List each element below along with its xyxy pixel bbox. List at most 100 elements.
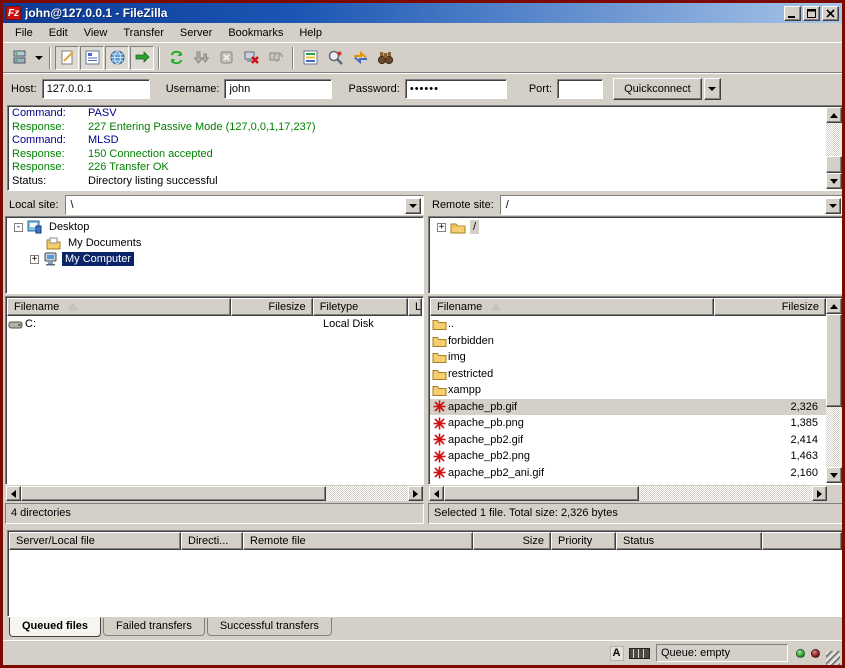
- scroll-thumb[interactable]: [21, 486, 326, 501]
- scroll-right-button[interactable]: [812, 486, 827, 501]
- column-header-server-local-file[interactable]: Server/Local file: [9, 532, 181, 550]
- title-bar[interactable]: Fz john@127.0.0.1 - FileZilla: [3, 3, 842, 23]
- queue-body[interactable]: [9, 550, 842, 615]
- local-site-combo[interactable]: \: [65, 195, 424, 215]
- scroll-left-button[interactable]: [6, 486, 21, 501]
- expand-toggle[interactable]: +: [437, 223, 446, 232]
- password-input[interactable]: ••••••: [405, 79, 507, 99]
- local-list-hscrollbar[interactable]: [6, 486, 423, 501]
- site-manager-dropdown[interactable]: [32, 46, 45, 70]
- combo-dropdown-button[interactable]: [825, 198, 841, 214]
- username-input[interactable]: john: [224, 79, 332, 99]
- quickconnect-button[interactable]: Quickconnect: [613, 78, 702, 100]
- magnifier-icon: [327, 49, 344, 66]
- local-tree-icon: [84, 49, 101, 66]
- file-row[interactable]: ..: [430, 316, 826, 333]
- menu-view[interactable]: View: [76, 25, 116, 41]
- column-header-filename[interactable]: Filename: [7, 298, 231, 316]
- combo-dropdown-button[interactable]: [405, 198, 421, 214]
- file-row-selected[interactable]: apache_pb.gif 2,326: [430, 399, 826, 416]
- tab-failed-transfers[interactable]: Failed transfers: [103, 618, 205, 636]
- log-line: Response:227 Entering Passive Mode (127,…: [12, 121, 823, 135]
- directory-filters-button[interactable]: [298, 46, 322, 70]
- disconnect-button[interactable]: [239, 46, 263, 70]
- scroll-thumb[interactable]: [826, 314, 842, 407]
- maximize-button[interactable]: [803, 6, 820, 21]
- file-row-c-drive[interactable]: C: Local Disk: [7, 316, 422, 333]
- tree-item-my-computer[interactable]: + My Computer: [6, 251, 423, 267]
- scroll-left-button[interactable]: [429, 486, 444, 501]
- tree-item-root[interactable]: + /: [429, 219, 843, 235]
- file-row[interactable]: apache_pb2.gif 2,414: [430, 432, 826, 449]
- scroll-thumb[interactable]: [444, 486, 639, 501]
- menu-transfer[interactable]: Transfer: [115, 25, 172, 41]
- tree-item-desktop[interactable]: - Desktop: [6, 219, 423, 235]
- remote-list-hscrollbar[interactable]: [429, 486, 827, 501]
- scroll-up-button[interactable]: [826, 298, 842, 314]
- column-header-filesize[interactable]: Filesize: [231, 298, 312, 316]
- host-input[interactable]: 127.0.0.1: [42, 79, 150, 99]
- remote-site-combo[interactable]: /: [500, 195, 844, 215]
- tab-queued-files[interactable]: Queued files: [9, 617, 101, 637]
- menu-server[interactable]: Server: [172, 25, 220, 41]
- scroll-down-button[interactable]: [826, 173, 842, 189]
- cancel-icon: [218, 49, 235, 66]
- cancel-button[interactable]: [214, 46, 238, 70]
- expand-toggle[interactable]: +: [30, 255, 39, 264]
- toggle-remote-tree-button[interactable]: [105, 46, 129, 70]
- scroll-thumb[interactable]: [826, 156, 842, 173]
- column-header-direction[interactable]: Directi...: [181, 532, 243, 550]
- file-row[interactable]: xampp: [430, 382, 826, 399]
- file-row[interactable]: apache_pb2_ani.gif 2,160: [430, 465, 826, 482]
- transfer-queue: Server/Local file Directi... Remote file…: [7, 530, 844, 617]
- scroll-down-button[interactable]: [826, 467, 842, 483]
- menu-bookmarks[interactable]: Bookmarks: [220, 25, 291, 41]
- tab-successful-transfers[interactable]: Successful transfers: [207, 618, 332, 636]
- folder-icon: [430, 384, 448, 396]
- file-row[interactable]: apache_pb2.png 1,463: [430, 448, 826, 465]
- column-header-filesize[interactable]: Filesize: [714, 298, 826, 316]
- file-row[interactable]: apache_pb.png 1,385: [430, 415, 826, 432]
- column-header-lastmodified[interactable]: L: [408, 298, 422, 316]
- remote-list-scrollbar[interactable]: [826, 298, 842, 483]
- toggle-message-log-button[interactable]: [55, 46, 79, 70]
- menu-edit[interactable]: Edit: [41, 25, 76, 41]
- quickconnect-dropdown[interactable]: [704, 78, 721, 100]
- site-manager-button[interactable]: [7, 46, 31, 70]
- resize-grip[interactable]: [826, 651, 840, 665]
- scroll-up-button[interactable]: [826, 107, 842, 123]
- status-led-red: [811, 649, 820, 658]
- synchronized-browsing-button[interactable]: [348, 46, 372, 70]
- arrow-left-icon: [434, 490, 439, 498]
- file-row[interactable]: img: [430, 349, 826, 366]
- toggle-transfer-queue-button[interactable]: [130, 46, 154, 70]
- menu-file[interactable]: File: [7, 25, 41, 41]
- speed-limit-icon[interactable]: [629, 648, 650, 659]
- column-header-remote-file[interactable]: Remote file: [243, 532, 473, 550]
- file-row[interactable]: restricted: [430, 366, 826, 383]
- menu-help[interactable]: Help: [291, 25, 330, 41]
- local-list-body: C: Local Disk: [7, 316, 422, 483]
- find-files-button[interactable]: [373, 46, 397, 70]
- message-log-body: Command:PASV Response:227 Entering Passi…: [8, 106, 843, 190]
- column-header-status[interactable]: Status: [616, 532, 762, 550]
- close-button[interactable]: [822, 6, 839, 21]
- file-row[interactable]: forbidden: [430, 333, 826, 350]
- column-header-priority[interactable]: Priority: [551, 532, 616, 550]
- port-input[interactable]: [557, 79, 603, 99]
- column-header-filetype[interactable]: Filetype: [313, 298, 408, 316]
- reconnect-button[interactable]: [264, 46, 288, 70]
- log-scrollbar[interactable]: [826, 107, 842, 189]
- refresh-button[interactable]: [164, 46, 188, 70]
- scroll-right-button[interactable]: [408, 486, 423, 501]
- minimize-button[interactable]: [784, 6, 801, 21]
- toggle-local-tree-button[interactable]: [80, 46, 104, 70]
- binoculars-icon: [377, 49, 394, 66]
- column-header-filename[interactable]: Filename: [430, 298, 714, 316]
- process-queue-button[interactable]: [189, 46, 213, 70]
- tree-item-my-documents[interactable]: My Documents: [6, 235, 423, 251]
- collapse-toggle[interactable]: -: [14, 223, 23, 232]
- column-header-size[interactable]: Size: [473, 532, 551, 550]
- compare-directories-button[interactable]: [323, 46, 347, 70]
- data-type-indicator-icon[interactable]: A: [608, 645, 626, 662]
